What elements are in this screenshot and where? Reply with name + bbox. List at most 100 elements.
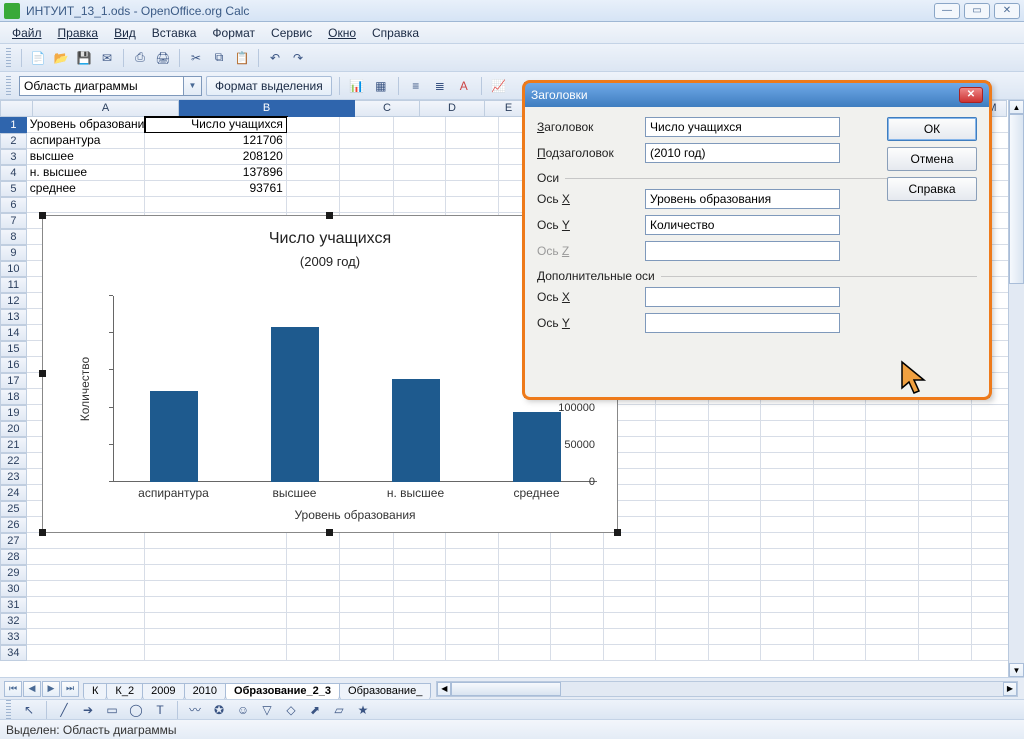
y-axis-title[interactable]: Количество bbox=[78, 357, 92, 421]
cell[interactable] bbox=[551, 613, 604, 629]
save-icon[interactable]: 💾 bbox=[74, 48, 94, 68]
cell[interactable] bbox=[145, 549, 287, 565]
cell[interactable] bbox=[866, 501, 919, 517]
cell[interactable] bbox=[499, 629, 552, 645]
row-header[interactable]: 23 bbox=[0, 469, 27, 485]
cell[interactable] bbox=[761, 437, 814, 453]
cell[interactable] bbox=[604, 565, 657, 581]
bar[interactable] bbox=[271, 327, 319, 482]
cell[interactable] bbox=[499, 597, 552, 613]
cell[interactable] bbox=[761, 469, 814, 485]
cell[interactable] bbox=[340, 645, 393, 661]
cell[interactable] bbox=[27, 597, 145, 613]
cell[interactable] bbox=[446, 581, 499, 597]
stars-icon[interactable]: ★ bbox=[353, 700, 373, 720]
cell[interactable] bbox=[656, 581, 709, 597]
menu-format[interactable]: Формат bbox=[206, 24, 261, 42]
chart-type-icon[interactable]: 📊 bbox=[347, 76, 367, 96]
cancel-button[interactable]: Отмена bbox=[887, 147, 977, 171]
input-sec-y[interactable] bbox=[645, 313, 840, 333]
cell[interactable] bbox=[287, 629, 340, 645]
grid-vert-icon[interactable]: ≣ bbox=[430, 76, 450, 96]
cell[interactable] bbox=[814, 645, 867, 661]
x-axis-title[interactable]: Уровень образования bbox=[113, 508, 597, 522]
cell[interactable] bbox=[551, 629, 604, 645]
cell[interactable] bbox=[287, 117, 340, 133]
cell[interactable] bbox=[866, 453, 919, 469]
cell[interactable] bbox=[446, 565, 499, 581]
cell[interactable] bbox=[709, 405, 762, 421]
row-header[interactable]: 11 bbox=[0, 277, 27, 293]
column-header-c[interactable]: C bbox=[355, 100, 420, 117]
cell[interactable] bbox=[709, 533, 762, 549]
cell[interactable] bbox=[340, 581, 393, 597]
smiley-icon[interactable]: ☺ bbox=[233, 700, 253, 720]
cell[interactable] bbox=[499, 533, 552, 549]
cell[interactable] bbox=[814, 437, 867, 453]
cell[interactable] bbox=[446, 645, 499, 661]
row-header[interactable]: 6 bbox=[0, 197, 27, 213]
input-title[interactable] bbox=[645, 117, 840, 137]
cell[interactable] bbox=[656, 533, 709, 549]
cell[interactable] bbox=[394, 565, 447, 581]
cell[interactable] bbox=[551, 549, 604, 565]
cell[interactable] bbox=[709, 581, 762, 597]
cell[interactable] bbox=[551, 645, 604, 661]
column-header-d[interactable]: D bbox=[420, 100, 485, 117]
cell[interactable] bbox=[287, 565, 340, 581]
cell[interactable] bbox=[866, 485, 919, 501]
tab-nav-first[interactable]: ⏮ bbox=[4, 681, 22, 697]
cell[interactable] bbox=[27, 549, 145, 565]
cell[interactable] bbox=[446, 117, 499, 133]
cell[interactable]: высшее bbox=[27, 149, 145, 165]
cell[interactable] bbox=[446, 533, 499, 549]
toolbar-grip[interactable] bbox=[6, 700, 11, 720]
cell[interactable] bbox=[287, 613, 340, 629]
cell[interactable] bbox=[446, 197, 499, 213]
mail-icon[interactable]: ✉ bbox=[97, 48, 117, 68]
cell[interactable] bbox=[551, 565, 604, 581]
input-axis-x[interactable] bbox=[645, 189, 840, 209]
cell[interactable]: 121706 bbox=[145, 133, 287, 149]
legend-icon[interactable]: A bbox=[454, 76, 474, 96]
cell[interactable] bbox=[446, 165, 499, 181]
cell[interactable] bbox=[340, 165, 393, 181]
toolbar-grip[interactable] bbox=[6, 48, 11, 68]
cell[interactable] bbox=[340, 181, 393, 197]
cell[interactable] bbox=[866, 581, 919, 597]
row-header[interactable]: 7 bbox=[0, 213, 27, 229]
row-header[interactable]: 14 bbox=[0, 325, 27, 341]
menu-tools[interactable]: Сервис bbox=[265, 24, 318, 42]
cell[interactable] bbox=[27, 581, 145, 597]
chart-element-input[interactable] bbox=[19, 76, 184, 96]
cell[interactable] bbox=[394, 181, 447, 197]
cell[interactable] bbox=[656, 645, 709, 661]
cell[interactable] bbox=[145, 629, 287, 645]
ellipse-icon[interactable]: ◯ bbox=[126, 700, 146, 720]
cell[interactable] bbox=[709, 437, 762, 453]
cell[interactable] bbox=[656, 517, 709, 533]
row-header[interactable]: 1 bbox=[0, 117, 27, 133]
column-header-b[interactable]: B bbox=[179, 100, 355, 117]
cell[interactable] bbox=[919, 469, 972, 485]
row-header[interactable]: 17 bbox=[0, 373, 27, 389]
row-header[interactable]: 32 bbox=[0, 613, 27, 629]
cell[interactable] bbox=[919, 517, 972, 533]
cell[interactable] bbox=[394, 629, 447, 645]
cell[interactable] bbox=[761, 581, 814, 597]
cell[interactable] bbox=[287, 197, 340, 213]
menu-view[interactable]: Вид bbox=[108, 24, 142, 42]
cell[interactable] bbox=[340, 549, 393, 565]
chart-data-icon[interactable]: ▦ bbox=[371, 76, 391, 96]
cell[interactable] bbox=[145, 645, 287, 661]
cell[interactable] bbox=[919, 629, 972, 645]
row-header[interactable]: 18 bbox=[0, 389, 27, 405]
cell[interactable] bbox=[814, 421, 867, 437]
cell[interactable]: н. высшее bbox=[27, 165, 145, 181]
sheet-tab[interactable]: Образование_ bbox=[339, 683, 431, 700]
cell[interactable] bbox=[919, 645, 972, 661]
cell[interactable] bbox=[551, 597, 604, 613]
chart-title[interactable]: Число учащихся bbox=[55, 230, 605, 248]
cell[interactable] bbox=[287, 133, 340, 149]
cell[interactable] bbox=[446, 133, 499, 149]
